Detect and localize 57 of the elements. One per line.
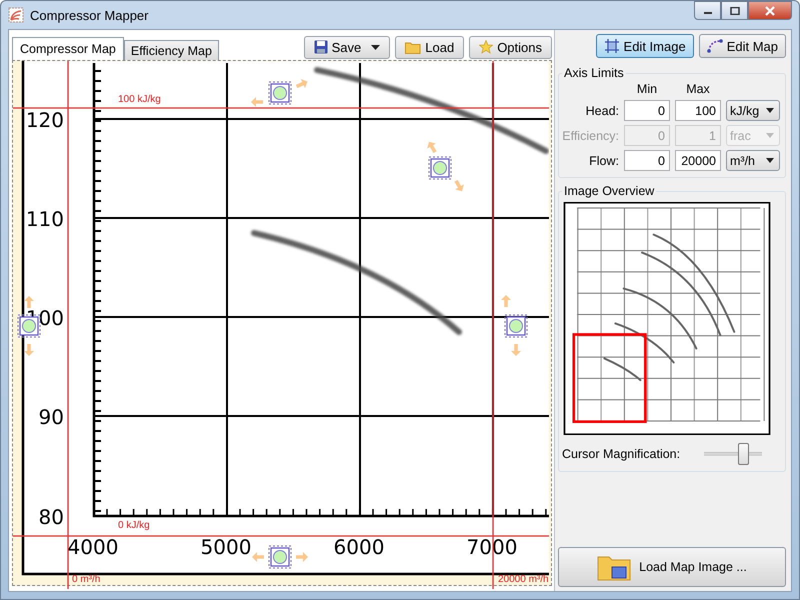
max-field[interactable]: 100: [675, 100, 721, 121]
axis-label: 110: [26, 207, 64, 231]
window-title: Compressor Mapper: [30, 8, 148, 22]
axis-label: 5000: [200, 535, 252, 559]
column-header: Max: [685, 82, 711, 96]
caret-icon: [766, 158, 774, 163]
crop-frame-icon: [604, 39, 620, 53]
arrow-icon[interactable]: [24, 296, 34, 308]
calibration-line[interactable]: [492, 61, 494, 589]
axis-label: 6000: [334, 535, 384, 559]
drag-handle[interactable]: [428, 156, 452, 180]
minimize-button[interactable]: [694, 1, 721, 20]
load-button[interactable]: Load: [395, 36, 464, 58]
drag-handle[interactable]: [268, 546, 292, 568]
caret-icon: [766, 133, 774, 138]
edit-map-button[interactable]: Edit Map: [698, 34, 786, 58]
tab[interactable]: Compressor Map: [12, 37, 124, 60]
calibration-label: 0 kJ/kg: [118, 520, 150, 531]
save-button[interactable]: Save: [304, 36, 390, 58]
calibration-label: 100 kJ/kg: [118, 94, 161, 105]
min-field[interactable]: 0: [624, 100, 670, 121]
unit-dropdown[interactable]: kJ/kg: [726, 100, 780, 121]
group-title: Axis Limits: [563, 66, 625, 80]
caret-icon: [766, 108, 774, 113]
field-label: Efficiency:: [562, 128, 619, 142]
edit-image-button[interactable]: Edit Image: [596, 34, 694, 58]
maximize-button[interactable]: [721, 1, 748, 20]
column-header: Min: [636, 82, 658, 96]
calibration-label: 20000 m³/h: [498, 574, 549, 585]
star-icon: [479, 40, 494, 54]
axis-label: 120: [26, 108, 64, 132]
maximize-icon: [730, 6, 740, 14]
field-label: Head:: [584, 104, 619, 118]
close-icon: [764, 6, 776, 16]
unit-dropdown[interactable]: m³/h: [726, 150, 780, 171]
arrow-icon[interactable]: [24, 344, 34, 356]
drag-handle[interactable]: [504, 314, 528, 338]
folder-icon: [405, 40, 422, 54]
tab[interactable]: Efficiency Map: [124, 40, 219, 60]
caret-icon[interactable]: [371, 44, 380, 50]
dotted-curve-icon: [706, 39, 723, 53]
field-label: Flow:: [588, 154, 619, 168]
app-icon: [8, 7, 24, 23]
drag-handle[interactable]: [268, 82, 292, 104]
options-button[interactable]: Options: [469, 36, 552, 58]
max-field[interactable]: 20000: [675, 150, 721, 171]
load-map-image-button[interactable]: Load Map Image ...: [558, 547, 786, 587]
min-field[interactable]: 0: [624, 150, 670, 171]
group-title: Image Overview: [563, 184, 656, 198]
axis-label: 80: [38, 505, 64, 529]
axis-label: 90: [38, 405, 64, 429]
field-label: Cursor Magnification:: [562, 447, 680, 461]
close-button[interactable]: [748, 1, 792, 20]
map-thumbnail-drawing[interactable]: [563, 202, 771, 435]
slider-thumb[interactable]: [738, 443, 750, 465]
calibration-label: 0 m³/h: [72, 574, 100, 585]
axis-label: 4000: [68, 535, 118, 559]
